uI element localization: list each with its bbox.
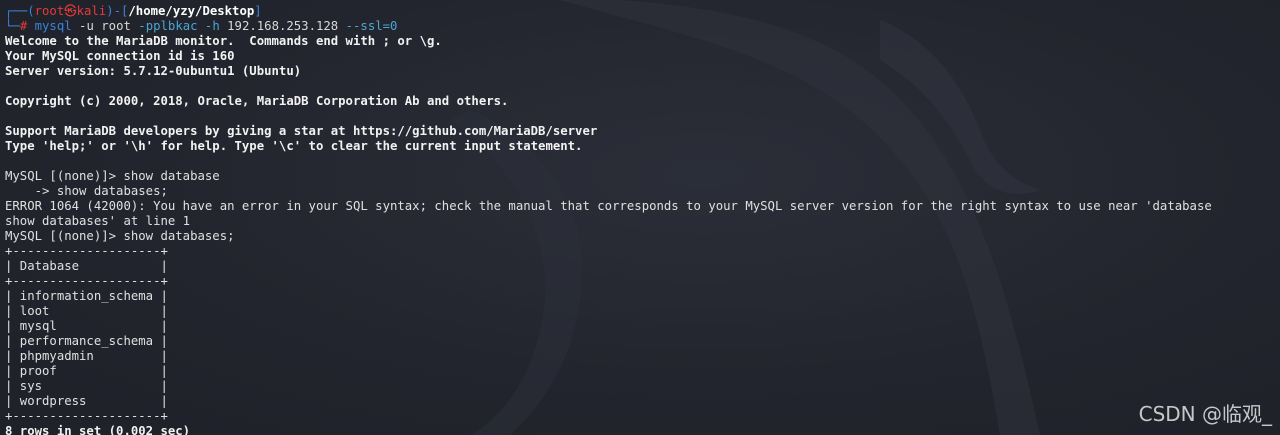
command-opt-ssl: --ssl=0 [345, 19, 398, 33]
table-border-top: +--------------------+ [5, 244, 168, 258]
command-name: mysql [34, 19, 72, 33]
terminal-output: ┌──(root㉿kali)-[/home/yzy/Desktop] └─# m… [5, 4, 1212, 435]
blank-line [5, 154, 1212, 169]
table-row: | wordpress | [5, 394, 168, 408]
prompt-hash: # [19, 19, 28, 33]
prompt-host: kali [76, 4, 107, 18]
command-opt-host: -h [197, 19, 220, 33]
prompt-corner-bottom: └─ [5, 19, 20, 33]
result-count-line: 8 rows in set (0.002 sec) [5, 424, 191, 435]
command-args-2: 192.168.253.128 [219, 19, 346, 33]
prompt-path: /home/yzy/Desktop [128, 4, 255, 18]
error-line-2: show databases' at line 1 [5, 214, 191, 228]
prompt-separator: )-[ [106, 4, 129, 18]
query-continuation-line: -> show databases; [5, 184, 168, 198]
prompt-corner-top: ┌── [5, 4, 28, 18]
prompt-close: ] [254, 4, 262, 18]
error-line-1: ERROR 1064 (42000): You have an error in… [5, 199, 1212, 213]
command-line[interactable]: └─# mysql -u root -pplbkac -h 192.168.25… [5, 19, 1212, 34]
table-row: | mysql | [5, 319, 168, 333]
query-line-1: MySQL [(none)]> show database [5, 169, 220, 183]
help-line: Type 'help;' or '\h' for help. Type '\c'… [5, 139, 583, 153]
table-row: | sys | [5, 379, 168, 393]
query-line-2: MySQL [(none)]> show databases; [5, 229, 235, 243]
connection-id-line: Your MySQL connection id is 160 [5, 49, 235, 63]
table-row: | loot | [5, 304, 168, 318]
table-border-mid: +--------------------+ [5, 274, 168, 288]
support-line: Support MariaDB developers by giving a s… [5, 124, 598, 138]
command-args-1: -u root [71, 19, 139, 33]
table-header: | Database | [5, 259, 168, 273]
table-row: | performance_schema | [5, 334, 168, 348]
table-row: | information_schema | [5, 289, 168, 303]
table-row: | proof | [5, 364, 168, 378]
server-version-line: Server version: 5.7.12-0ubuntu1 (Ubuntu) [5, 64, 302, 78]
copyright-line: Copyright (c) 2000, 2018, Oracle, MariaD… [5, 94, 509, 108]
kali-symbol-icon: ㉿ [64, 4, 77, 18]
command-opt-password: -pplbkac [138, 19, 198, 33]
table-border-bottom: +--------------------+ [5, 409, 168, 423]
prompt-user: root [34, 4, 65, 18]
welcome-line: Welcome to the MariaDB monitor. Commands… [5, 34, 442, 48]
table-row: | phpmyadmin | [5, 349, 168, 363]
blank-line [5, 79, 1212, 94]
csdn-watermark: CSDN @临观_ [1138, 402, 1272, 426]
terminal-window[interactable]: ┌──(root㉿kali)-[/home/yzy/Desktop] └─# m… [0, 0, 1280, 435]
blank-line [5, 109, 1212, 124]
prompt-line-top: ┌──(root㉿kali)-[/home/yzy/Desktop] [5, 4, 262, 18]
